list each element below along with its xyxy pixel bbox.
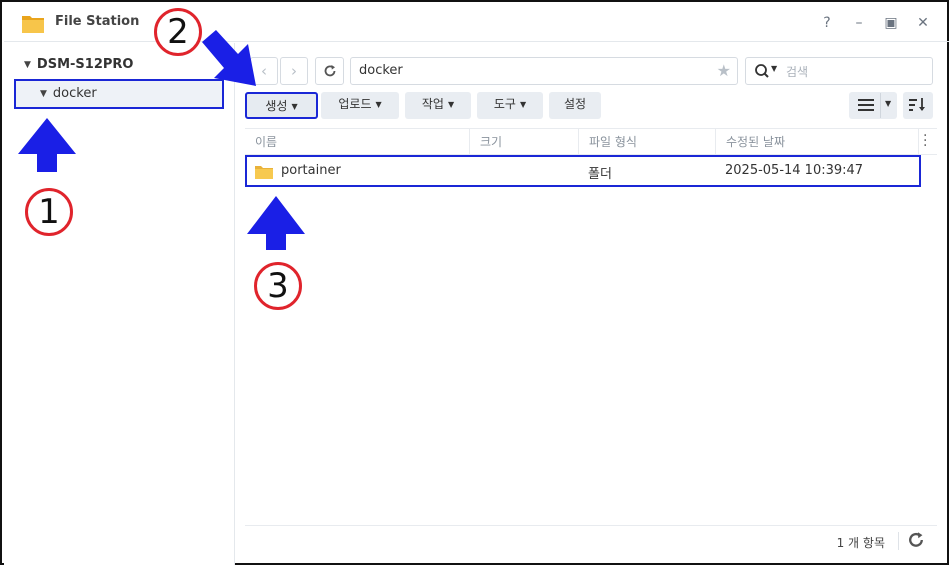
column-options-icon[interactable]: · · · bbox=[923, 129, 927, 153]
path-field[interactable]: docker ★ bbox=[350, 57, 738, 85]
chevron-down-icon: ▼ bbox=[885, 99, 892, 108]
sidebar-root-item[interactable]: ▼ DSM-S12PRO bbox=[24, 57, 133, 72]
star-icon[interactable]: ★ bbox=[717, 61, 731, 80]
chevron-down-icon: ▼ bbox=[291, 102, 298, 111]
refresh-icon[interactable] bbox=[907, 531, 925, 549]
settings-button-label: 설정 bbox=[563, 97, 587, 111]
create-button-label: 생성 bbox=[265, 99, 288, 113]
annotation-badge-1: 1 bbox=[25, 188, 73, 236]
create-button[interactable]: 생성 ▼ bbox=[245, 92, 318, 119]
caret-down-icon[interactable]: ▼ bbox=[24, 60, 31, 70]
annotation-badge-2: 2 bbox=[154, 8, 202, 56]
action-button-label: 작업 bbox=[421, 97, 444, 111]
annotation-arrow-up-3-icon bbox=[247, 196, 305, 250]
chevron-down-icon: ▼ bbox=[447, 100, 455, 109]
title-bar: File Station ? – ▣ ✕ bbox=[4, 4, 949, 42]
annotation-arrow-down-right-2-icon bbox=[202, 30, 256, 86]
caret-down-icon[interactable]: ▼ bbox=[40, 89, 47, 99]
tools-button[interactable]: 도구 ▼ bbox=[477, 92, 543, 119]
table-header: 이름 크기 파일 형식 수정된 날짜 · · · bbox=[245, 128, 937, 155]
search-dropdown-icon[interactable]: ▼ bbox=[771, 64, 777, 73]
view-mode-button[interactable]: ▼ bbox=[849, 92, 897, 119]
sort-button[interactable] bbox=[903, 92, 933, 119]
sidebar-item-docker[interactable]: ▼ docker bbox=[14, 79, 224, 109]
help-icon[interactable]: ? bbox=[816, 12, 838, 34]
folder-icon bbox=[255, 166, 273, 179]
status-divider bbox=[898, 532, 899, 550]
annotation-arrow-up-1-icon bbox=[18, 118, 76, 172]
column-header-type[interactable]: 파일 형식 bbox=[579, 129, 716, 155]
upload-button[interactable]: 업로드 ▼ bbox=[321, 92, 399, 119]
window-title: File Station bbox=[55, 14, 140, 29]
forward-button[interactable]: › bbox=[280, 57, 308, 85]
tools-button-label: 도구 bbox=[493, 97, 516, 111]
chevron-down-icon: ▼ bbox=[375, 100, 382, 109]
refresh-icon bbox=[324, 65, 335, 77]
sidebar-item-label: docker bbox=[52, 86, 97, 101]
search-input[interactable]: ▼ 검색 bbox=[745, 57, 933, 85]
list-view-icon bbox=[858, 99, 874, 111]
upload-button-label: 업로드 bbox=[338, 97, 372, 111]
maximize-icon[interactable]: ▣ bbox=[880, 12, 902, 34]
sort-icon bbox=[909, 98, 925, 111]
annotation-badge-3: 3 bbox=[254, 262, 302, 310]
close-icon[interactable]: ✕ bbox=[912, 12, 934, 34]
search-placeholder: 검색 bbox=[786, 65, 809, 79]
file-modified: 2025-05-14 10:39:47 bbox=[725, 163, 864, 178]
item-count: 1 개 항목 bbox=[836, 536, 885, 550]
minimize-icon[interactable]: – bbox=[848, 12, 870, 34]
column-header-modified[interactable]: 수정된 날짜 bbox=[716, 129, 919, 155]
file-type: 폴더 bbox=[588, 167, 612, 182]
chevron-down-icon: ▼ bbox=[519, 100, 527, 109]
action-button[interactable]: 작업 ▼ bbox=[405, 92, 471, 119]
search-icon[interactable] bbox=[754, 62, 772, 80]
sidebar-root-label: DSM-S12PRO bbox=[36, 57, 134, 72]
file-name: portainer bbox=[281, 163, 341, 178]
column-header-size[interactable]: 크기 bbox=[470, 129, 579, 155]
column-header-name[interactable]: 이름 bbox=[245, 129, 470, 155]
status-bar: 1 개 항목 bbox=[245, 525, 937, 555]
refresh-button[interactable] bbox=[315, 57, 344, 85]
settings-button[interactable]: 설정 bbox=[549, 92, 601, 119]
path-text: docker bbox=[359, 63, 403, 78]
file-station-app-icon bbox=[22, 16, 44, 33]
table-row[interactable]: portainer 폴더 2025-05-14 10:39:47 bbox=[245, 155, 921, 187]
